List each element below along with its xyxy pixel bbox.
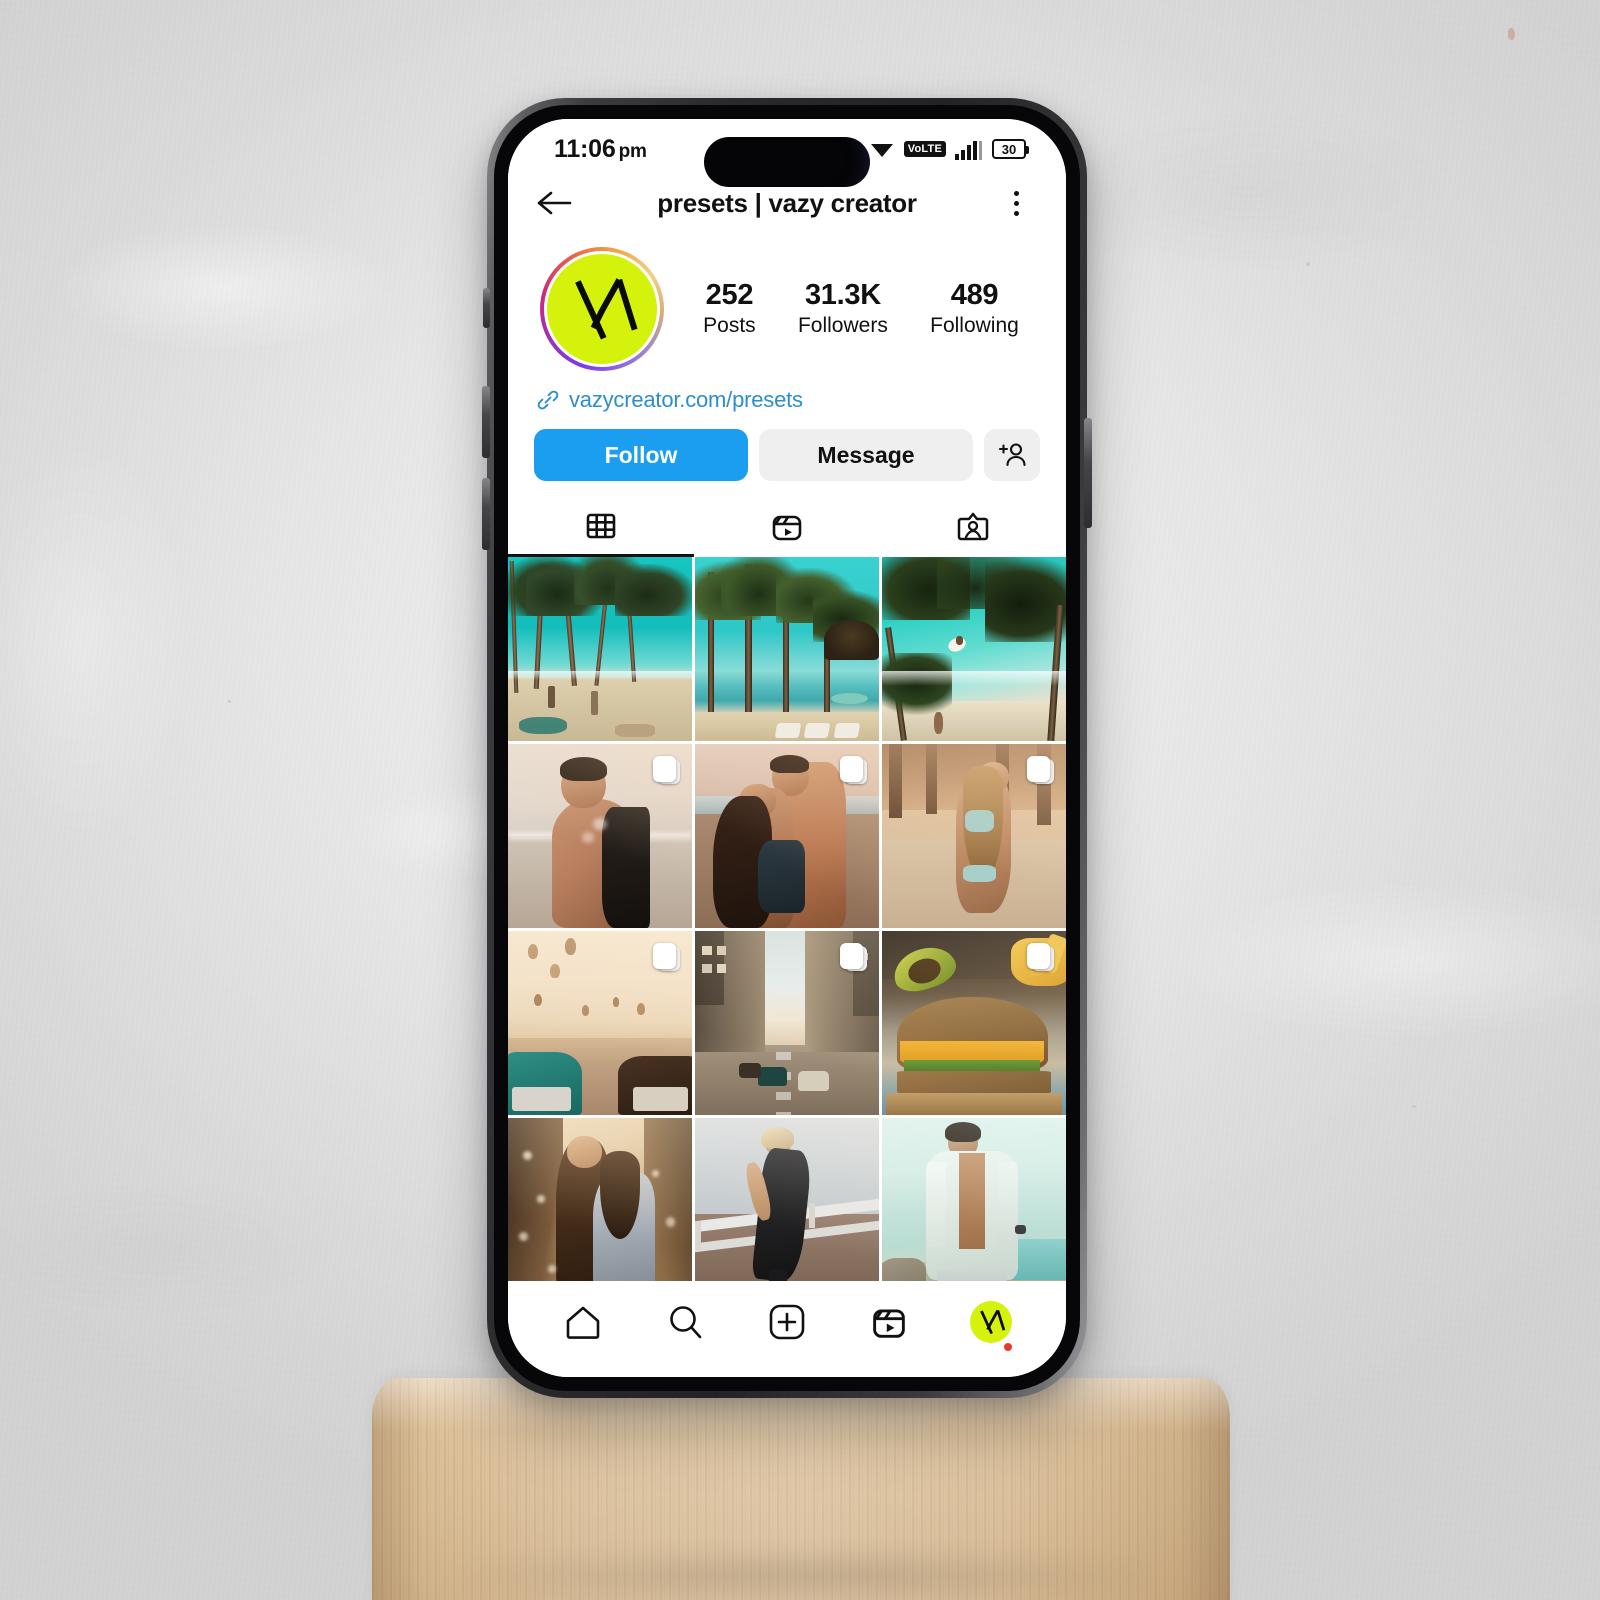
followers-label: Followers <box>797 314 888 338</box>
phone-screen: 11:06 pm VoLTE 30 presets | vazy creator… <box>508 119 1066 1377</box>
grid-post[interactable] <box>508 1118 692 1302</box>
more-dot <box>1013 190 1019 196</box>
nav-reels[interactable] <box>856 1291 922 1353</box>
grid-post[interactable] <box>882 931 1066 1115</box>
status-icons: VoLTE 30 <box>869 139 1029 160</box>
profile-actions: Follow Message <box>508 417 1066 495</box>
volte-badge: VoLTE <box>903 141 946 157</box>
grid-post[interactable] <box>882 557 1066 741</box>
battery-indicator: 30 <box>992 139 1029 159</box>
plus-square-icon <box>769 1304 805 1340</box>
battery-level: 30 <box>1001 141 1017 157</box>
vazy-monogram-icon <box>980 1309 1006 1335</box>
vazy-monogram-icon <box>575 278 638 340</box>
phone-device: 11:06 pm VoLTE 30 presets | vazy creator… <box>482 98 1092 1398</box>
posts-label: Posts <box>703 314 756 338</box>
profile-avatar-icon <box>970 1301 1012 1343</box>
profile-avatar[interactable] <box>540 247 664 371</box>
tab-reels[interactable] <box>694 495 880 557</box>
profile-header: 252 Posts 31.3K Followers 489 Following <box>508 233 1066 377</box>
carousel-icon <box>1027 756 1054 786</box>
carousel-icon-front <box>1027 756 1050 782</box>
profile-link-row[interactable]: vazycreator.com/presets <box>508 377 1066 417</box>
grid-post[interactable] <box>508 931 692 1115</box>
profile-link-text: vazycreator.com/presets <box>569 387 803 412</box>
grid-post[interactable] <box>508 557 692 741</box>
power-button[interactable] <box>1084 418 1092 528</box>
avatar-inner-ring <box>544 251 660 367</box>
avatar-logo <box>547 254 657 364</box>
stand-floor-shadow <box>300 1540 1310 1600</box>
tagged-icon <box>957 512 989 541</box>
volume-up-button[interactable] <box>482 386 490 458</box>
carousel-icon-front <box>1027 943 1050 969</box>
grid-post[interactable] <box>695 1118 879 1302</box>
grid-post[interactable] <box>882 744 1066 928</box>
more-dot <box>1013 210 1019 216</box>
dynamic-island <box>704 137 870 187</box>
carousel-icon-front <box>653 756 676 782</box>
scene: 11:06 pm VoLTE 30 presets | vazy creator… <box>0 0 1600 1600</box>
link-icon <box>537 390 559 410</box>
wall-speck <box>1306 262 1310 266</box>
add-person-button[interactable] <box>984 429 1040 481</box>
following-count: 489 <box>950 278 999 311</box>
nav-search[interactable] <box>652 1291 718 1353</box>
carousel-icon <box>840 943 867 973</box>
carousel-icon <box>840 756 867 786</box>
grid-post[interactable] <box>695 931 879 1115</box>
add-person-icon <box>998 443 1026 467</box>
more-vertical-icon[interactable] <box>996 183 1036 223</box>
nav-home[interactable] <box>550 1291 616 1353</box>
search-icon <box>670 1306 702 1339</box>
volume-down-button[interactable] <box>482 478 490 550</box>
wall-speck <box>1412 1105 1416 1108</box>
carousel-icon-front <box>840 756 863 782</box>
back-arrow-icon[interactable] <box>534 183 574 223</box>
followers-count: 31.3K <box>804 278 881 311</box>
status-time-value: 11:06 <box>554 134 616 163</box>
profile-stats: 252 Posts 31.3K Followers 489 Following <box>664 279 1040 340</box>
tab-tagged[interactable] <box>880 495 1066 557</box>
carousel-icon <box>653 756 680 786</box>
reels-icon <box>772 515 802 541</box>
page-title: presets | vazy creator <box>657 187 917 218</box>
grid-post[interactable] <box>695 557 879 741</box>
carousel-icon <box>1027 943 1054 973</box>
stat-following[interactable]: 489 Following <box>930 279 1019 340</box>
notification-badge <box>1004 1343 1012 1351</box>
wifi-icon <box>870 144 893 157</box>
silence-switch[interactable] <box>483 288 490 328</box>
stat-posts[interactable]: 252 Posts <box>703 279 756 340</box>
wall-speck <box>1508 28 1515 40</box>
reels-icon <box>873 1309 905 1338</box>
status-time: 11:06 pm <box>554 135 647 164</box>
follow-button[interactable]: Follow <box>534 429 748 481</box>
more-dot <box>1013 200 1019 206</box>
grid-icon <box>586 513 616 539</box>
profile-tabs <box>508 495 1066 557</box>
following-label: Following <box>930 314 1019 338</box>
photo-grid <box>508 557 1066 1302</box>
message-button[interactable]: Message <box>759 429 973 481</box>
bottom-nav-bar <box>508 1281 1066 1377</box>
grid-post[interactable] <box>695 744 879 928</box>
home-icon <box>566 1306 600 1339</box>
carousel-icon-front <box>653 943 676 969</box>
grid-post[interactable] <box>882 1118 1066 1302</box>
phone-bezel: 11:06 pm VoLTE 30 presets | vazy creator… <box>494 105 1080 1391</box>
posts-count: 252 <box>705 278 754 311</box>
tab-grid[interactable] <box>508 495 694 557</box>
signal-bars-icon <box>955 140 982 160</box>
stat-followers[interactable]: 31.3K Followers <box>798 279 888 340</box>
nav-create[interactable] <box>754 1291 820 1353</box>
wall-speck <box>228 700 231 703</box>
carousel-icon <box>653 943 680 973</box>
nav-profile[interactable] <box>958 1291 1024 1353</box>
grid-post[interactable] <box>508 744 692 928</box>
carousel-icon-front <box>840 943 863 969</box>
status-time-ampm: pm <box>618 140 647 162</box>
